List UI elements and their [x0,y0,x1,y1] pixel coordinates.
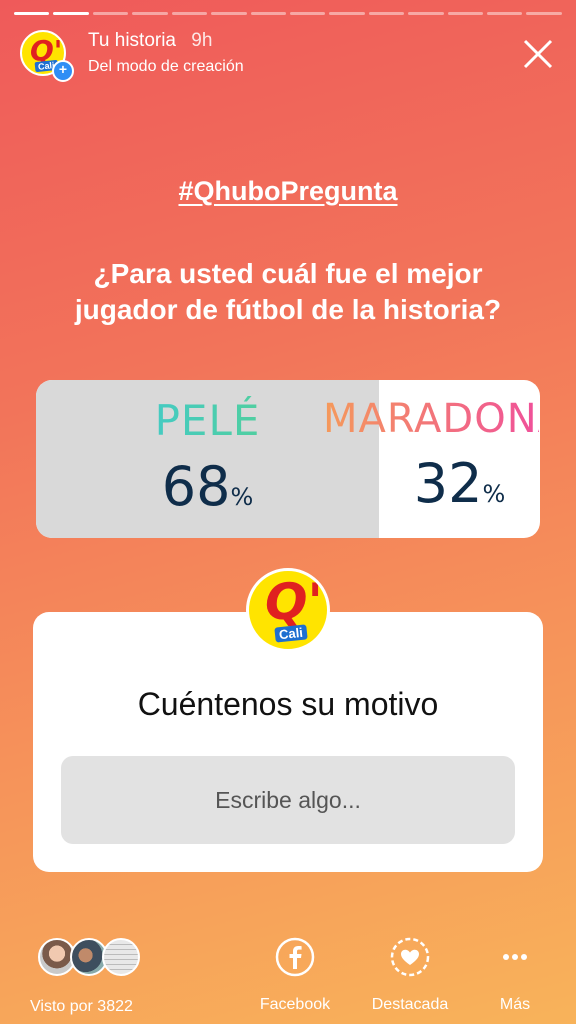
more-label: Más [499,996,531,1013]
progress-segment [211,12,247,15]
hashtag[interactable]: #QhuboPregunta [0,176,576,207]
poll-sticker: PELÉ 68% MARADONA 32% [36,380,540,538]
highlight-button[interactable]: Destacada [364,936,456,1014]
story-time: 9h [191,30,213,51]
story-owner[interactable]: Tu historia [88,30,176,51]
question-line: jugador de fútbol de la historia? [74,294,502,325]
question-line: ¿Para usted cuál fue el mejor [93,258,483,289]
poll-option-percent: 32% [413,452,506,515]
progress-segment [408,12,444,15]
seen-by-count[interactable]: Visto por 3822 [30,998,133,1016]
question-sticker-logo: Q' Cali [246,568,330,652]
viewer-avatar [102,938,140,976]
progress-segment [92,12,129,15]
poll-option-label: MARADONA [323,396,540,442]
close-button[interactable] [520,36,556,72]
highlight-label: Destacada [371,996,449,1013]
logo-city: Cali [274,624,308,643]
more-dots-icon [494,936,536,978]
progress-segment [171,12,208,15]
facebook-icon [274,936,316,978]
story-footer: Visto por 3822 Facebook Destacada Más [0,934,576,1024]
story-question: ¿Para usted cuál fue el mejor jugador de… [20,256,556,328]
progress-segment [368,12,405,15]
progress-segment [132,12,168,15]
poll-option-percent: 68% [161,455,254,518]
progress-segment [487,12,523,15]
story-header: Q' Cali + Tu historia 9h Del modo de cre… [20,26,556,82]
progress-segment [526,12,562,15]
facebook-label: Facebook [259,996,331,1013]
logo-letter: Q' [265,573,323,631]
viewers-avatars[interactable] [38,938,148,978]
answer-input[interactable]: Escribe algo... [61,756,515,844]
facebook-button[interactable]: Facebook [255,936,335,1014]
progress-segment [14,12,50,15]
progress-segment [53,12,89,15]
highlight-heart-icon [389,936,431,978]
add-story-icon[interactable]: + [52,60,74,82]
close-icon [523,39,553,69]
progress-segment [329,12,365,15]
story-source: Del modo de creación [88,58,244,75]
story-progress [14,12,562,15]
progress-segment [250,12,286,15]
progress-segment [289,12,326,15]
progress-segment [447,12,484,15]
more-button[interactable]: Más [490,936,540,1014]
profile-avatar[interactable]: Q' Cali + [20,30,74,82]
story-meta: Tu historia 9h Del modo de creación [88,30,244,76]
question-sticker-title: Cuéntenos su motivo [137,686,439,722]
poll-option-maradona[interactable]: MARADONA 32% [323,380,540,538]
